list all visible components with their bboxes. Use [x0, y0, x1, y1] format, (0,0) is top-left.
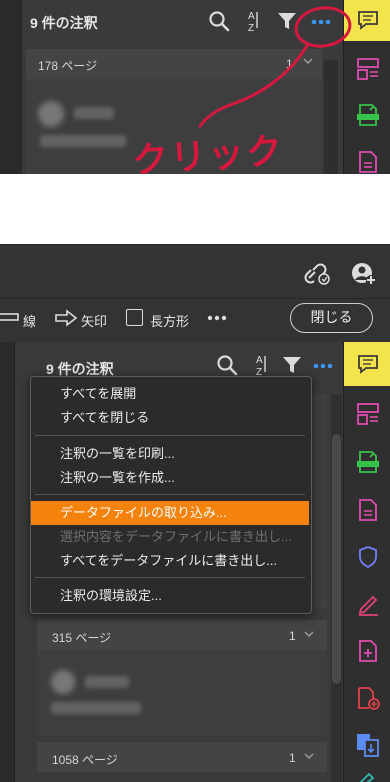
document-area-edge — [0, 342, 15, 782]
rectangle-icon[interactable] — [126, 309, 143, 326]
comment-icon — [357, 354, 379, 374]
close-button[interactable]: 閉じる — [290, 303, 373, 333]
menu-separator — [35, 494, 305, 495]
sort-icon[interactable]: AZ — [252, 352, 270, 376]
add-file-icon[interactable] — [358, 639, 378, 663]
page-label: 1058 ページ — [52, 753, 118, 767]
combine-files-icon[interactable] — [355, 732, 381, 758]
svg-text:A: A — [256, 355, 263, 366]
arrow-icon[interactable] — [54, 308, 78, 328]
menu-item-print-summary[interactable]: 注釈の一覧を印刷... — [31, 442, 309, 466]
author-name — [74, 107, 114, 119]
search-icon[interactable] — [216, 354, 238, 376]
bottom-screenshot: 線 矢印 長方形 閉じる 9 件の注釈 AZ 315 ページ 1 1058 ペー… — [0, 244, 390, 782]
edit-pdf-icon[interactable] — [357, 772, 381, 782]
arrow-label[interactable]: 矢印 — [81, 311, 107, 330]
tools-rail — [343, 342, 390, 782]
toolbar-divider — [0, 298, 390, 299]
top-toolbar: 線 矢印 長方形 閉じる — [0, 244, 390, 343]
menu-item-preferences[interactable]: 注釈の環境設定... — [31, 584, 309, 608]
more-tools-icon[interactable] — [207, 315, 227, 321]
create-pdf-icon[interactable] — [358, 150, 378, 174]
options-menu: すべてを展開 すべてを閉じる 注釈の一覧を印刷... 注釈の一覧を作成... デ… — [30, 376, 312, 614]
avatar — [51, 670, 75, 694]
line-tool[interactable] — [0, 311, 20, 323]
menu-separator — [35, 577, 305, 578]
menu-separator — [35, 435, 305, 436]
comment-item[interactable] — [37, 650, 327, 736]
comment-tool[interactable] — [344, 342, 390, 386]
share-link-icon[interactable] — [303, 261, 331, 285]
export-image-icon[interactable] — [357, 686, 381, 710]
page-count: 1 — [289, 751, 296, 765]
menu-item-export-selected: 選択内容をデータファイルに書き出し... — [60, 529, 292, 544]
comment-date — [40, 135, 126, 147]
menu-item-import-data[interactable]: データファイルの取り込み... — [31, 501, 309, 525]
line-label[interactable]: 線 — [23, 311, 36, 330]
fill-sign-icon[interactable] — [356, 592, 380, 616]
page-label: 178 ページ — [38, 59, 98, 73]
author-name — [85, 676, 129, 688]
export-pdf-icon[interactable] — [356, 450, 380, 474]
scrollbar[interactable] — [331, 394, 342, 782]
protect-icon[interactable] — [358, 545, 378, 569]
chevron-down-icon[interactable] — [303, 750, 315, 762]
page-group-header[interactable]: 1058 ページ 1 — [37, 742, 327, 772]
page-group-header[interactable]: 315 ページ 1 — [37, 620, 327, 650]
menu-item-export-all[interactable]: すべてをデータファイルに書き出し... — [31, 549, 309, 573]
chevron-down-icon[interactable] — [303, 628, 315, 640]
svg-text:Z: Z — [256, 367, 262, 376]
avatar — [38, 101, 64, 127]
menu-item-collapse-all[interactable]: すべてを閉じる — [31, 406, 309, 430]
add-user-icon[interactable] — [351, 260, 377, 286]
menu-item-create-summary[interactable]: 注釈の一覧を作成... — [31, 466, 309, 490]
page-count: 1 — [289, 629, 296, 643]
rectangle-label[interactable]: 長方形 — [150, 311, 189, 330]
top-screenshot: 9 件の注釈 AZ 178 ページ 1 クリック — [0, 0, 390, 174]
organize-pages-icon[interactable] — [356, 402, 380, 426]
create-pdf-icon[interactable] — [358, 498, 378, 522]
menu-item-expand-all[interactable]: すべてを展開 — [31, 382, 309, 406]
filter-icon[interactable] — [282, 356, 302, 374]
comment-icon — [357, 10, 379, 30]
more-options-icon[interactable] — [313, 363, 333, 369]
scrollbar-thumb[interactable] — [332, 434, 341, 684]
page-label: 315 ページ — [52, 631, 112, 645]
panel-title: 9 件の注釈 — [30, 15, 98, 31]
document-area-edge — [0, 0, 23, 174]
comment-date — [51, 702, 141, 714]
